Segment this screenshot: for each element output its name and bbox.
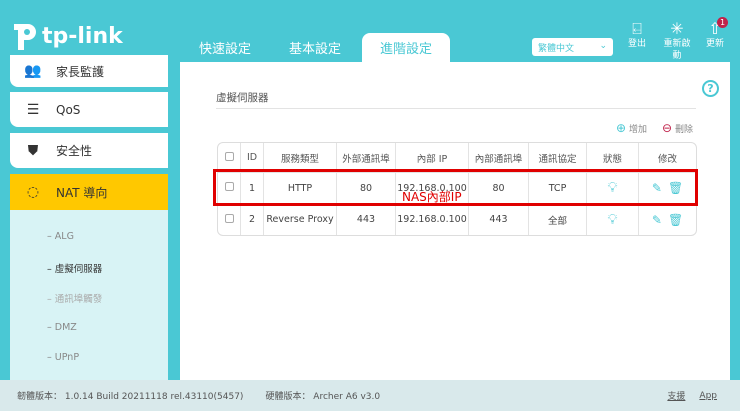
parental-icon: 👥 xyxy=(24,63,42,79)
annotation-label: NAS內部IP xyxy=(402,190,462,204)
delete-button[interactable]: ⊖ 刪除 xyxy=(662,121,693,135)
sidebar-item-nat[interactable]: ◌ NAT 導向 xyxy=(10,174,168,210)
update-badge: 1 xyxy=(717,17,728,28)
cell-int-port: 443 xyxy=(469,204,529,235)
submenu-dmz[interactable]: – DMZ xyxy=(47,322,77,333)
submenu-label: ALG xyxy=(54,231,74,242)
cell-service: Reverse Proxy xyxy=(264,204,337,235)
submenu-label: 虛擬伺服器 xyxy=(54,264,103,275)
logout-label: 登出 xyxy=(627,39,646,49)
firmware-version: 韌體版本： 1.0.14 Build 20211118 rel.43110(54… xyxy=(17,392,244,402)
logout-icon: ⍇ xyxy=(632,19,642,38)
sidebar-item-security[interactable]: ⛊ 安全性 xyxy=(10,133,168,168)
update-button[interactable]: ⇧ 1 更新 xyxy=(700,17,730,50)
sidebar-item-label: QoS xyxy=(56,102,81,117)
plus-circle-icon: ⊕ xyxy=(616,121,627,135)
chevron-down-icon: ⌄ xyxy=(599,41,607,51)
update-label: 更新 xyxy=(705,39,724,49)
title-divider xyxy=(216,108,696,109)
brand-text: tp-link xyxy=(42,23,123,49)
language-value: 繁體中文 xyxy=(538,44,575,54)
row-checkbox[interactable] xyxy=(224,213,234,223)
minus-circle-icon: ⊖ xyxy=(662,121,673,135)
sidebar-item-label: 安全性 xyxy=(56,144,93,158)
tp-link-logo: tp-link xyxy=(10,20,123,52)
hardware-version: 硬體版本： Archer A6 v3.0 xyxy=(265,392,381,402)
sidebar-item-qos[interactable]: ☰ QoS xyxy=(10,92,168,127)
submenu-alg[interactable]: – ALG xyxy=(47,231,74,242)
cell-id: 2 xyxy=(241,204,264,235)
sidebar-item-label: 家長監護 xyxy=(56,64,105,79)
submenu-upnp[interactable]: – UPnP xyxy=(47,352,79,363)
sidebar-item-parental-controls[interactable]: 👥 家長監護 xyxy=(10,55,168,87)
app-link[interactable]: App xyxy=(699,391,717,401)
submenu-label: 通訊埠觸發 xyxy=(54,294,103,305)
help-icon[interactable]: ? xyxy=(702,80,719,97)
reboot-label: 重新啟動 xyxy=(663,39,691,61)
edit-icon[interactable]: ✎ xyxy=(652,213,662,227)
shield-icon: ⛊ xyxy=(27,142,39,159)
trash-icon[interactable]: 🗑︎ xyxy=(668,213,683,227)
support-link[interactable]: 支援 xyxy=(667,389,685,402)
bulb-icon[interactable]: 💡︎ xyxy=(608,212,618,228)
select-all-checkbox[interactable] xyxy=(224,151,234,161)
tab-basic[interactable]: 基本設定 xyxy=(271,33,359,62)
page-title: 虛擬伺服器 xyxy=(216,92,269,104)
add-label: 增加 xyxy=(628,125,647,135)
cell-protocol: 全部 xyxy=(529,204,587,235)
submenu-port-trigger[interactable]: – 通訊埠觸發 xyxy=(47,291,102,305)
logout-button[interactable]: ⍇ 登出 xyxy=(622,20,652,50)
cell-int-ip: 192.168.0.100 xyxy=(396,204,469,235)
submenu-virtual-server[interactable]: – 虛擬伺服器 xyxy=(47,261,102,275)
submenu-label: UPnP xyxy=(54,352,80,363)
footer: 韌體版本： 1.0.14 Build 20211118 rel.43110(54… xyxy=(0,380,740,411)
table-row: 2 Reverse Proxy 443 192.168.0.100 443 全部… xyxy=(218,204,696,235)
reboot-button[interactable]: ✳ 重新啟動 xyxy=(660,20,694,62)
reboot-icon: ✳ xyxy=(670,19,684,38)
submenu-label: DMZ xyxy=(54,322,77,333)
nat-icon: ◌ xyxy=(26,184,40,200)
tab-advanced[interactable]: 進階設定 xyxy=(362,33,450,62)
language-select[interactable]: 繁體中文 ⌄ xyxy=(532,38,613,56)
delete-label: 刪除 xyxy=(674,125,693,135)
sidebar-item-label: NAT 導向 xyxy=(56,185,108,200)
tp-link-logo-icon xyxy=(14,24,36,50)
qos-icon: ☰ xyxy=(26,101,40,118)
tab-quick-setup[interactable]: 快速設定 xyxy=(181,33,269,62)
cell-ext-port: 443 xyxy=(337,204,396,235)
add-button[interactable]: ⊕ 增加 xyxy=(616,121,647,135)
